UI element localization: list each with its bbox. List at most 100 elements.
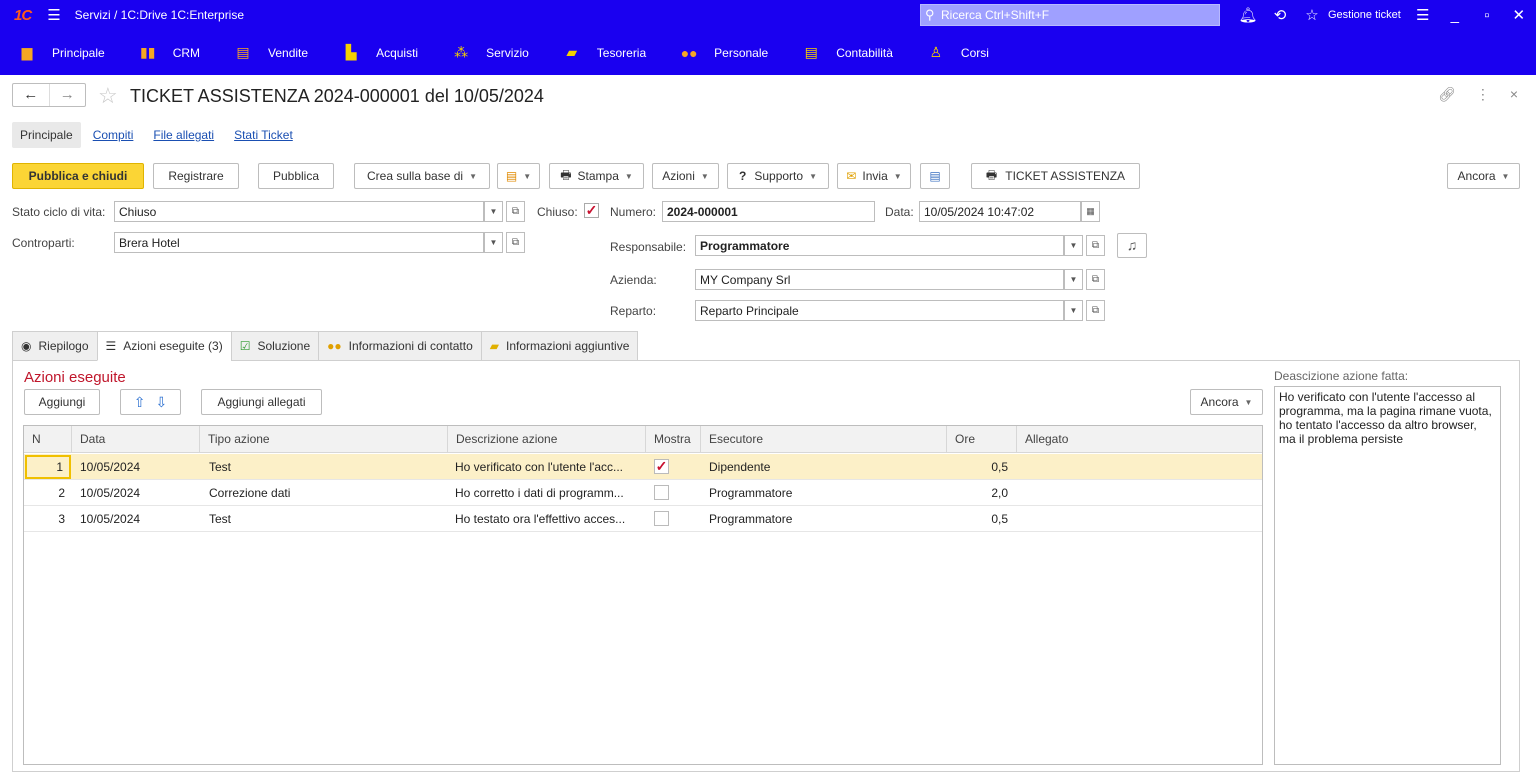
- show-checkbox[interactable]: [654, 485, 669, 500]
- description-textarea[interactable]: Ho verificato con l'utente l'accesso al …: [1274, 386, 1501, 765]
- ticket-print-button[interactable]: 🖶︎ TICKET ASSISTENZA: [971, 163, 1140, 189]
- lifecycle-dropdown-icon[interactable]: ▼: [484, 201, 503, 222]
- responsible-dropdown-icon[interactable]: ▼: [1064, 235, 1083, 256]
- link-icon[interactable]: 🔗︎: [1438, 86, 1456, 103]
- more-vertical-icon[interactable]: ⋮: [1476, 86, 1490, 103]
- tab-file-allegati[interactable]: File allegati: [153, 128, 214, 142]
- favorite-star-icon[interactable]: ☆: [98, 83, 118, 109]
- publish-button[interactable]: Pubblica: [258, 163, 334, 189]
- show-checkbox[interactable]: [654, 511, 669, 526]
- responsible-open-icon[interactable]: ⧉: [1086, 235, 1105, 256]
- move-down-icon[interactable]: ⇩: [156, 394, 168, 411]
- number-label: Numero:: [610, 205, 657, 219]
- restore-icon[interactable]: ▫: [1471, 7, 1503, 24]
- department-label: Reparto:: [610, 304, 657, 318]
- tab-riepilogo[interactable]: ◉ Riepilogo: [12, 331, 98, 361]
- menu-icon[interactable]: ☰: [47, 6, 60, 24]
- department-dropdown-icon[interactable]: ▼: [1064, 300, 1083, 321]
- dropdown-arrow-icon: ▼: [624, 171, 633, 181]
- tab-informazioni-contatto[interactable]: ●● Informazioni di contatto: [318, 331, 482, 361]
- tab-compiti[interactable]: Compiti: [93, 128, 134, 142]
- print-button[interactable]: 🖶︎ Stampa ▼: [549, 163, 644, 189]
- col-mostra[interactable]: Mostra: [645, 426, 700, 453]
- counterparty-dropdown-icon[interactable]: ▼: [484, 232, 503, 253]
- company-open-icon[interactable]: ⧉: [1086, 269, 1105, 290]
- lifecycle-field[interactable]: Chiuso: [114, 201, 484, 222]
- bell-icon[interactable]: 🔔︎: [1232, 6, 1264, 24]
- notify-bell-icon[interactable]: ♫: [1117, 233, 1147, 258]
- number-field[interactable]: 2024-000001: [662, 201, 875, 222]
- col-esecutore[interactable]: Esecutore: [700, 426, 946, 453]
- counterparty-field[interactable]: Brera Hotel: [114, 232, 484, 253]
- history-icon[interactable]: ⟲: [1264, 6, 1296, 24]
- calendar-icon[interactable]: ▦: [1081, 201, 1100, 222]
- section-contabilita[interactable]: ▤ Contabilità: [800, 44, 893, 62]
- table-row[interactable]: 3 10/05/2024 Test Ho testato ora l'effet…: [24, 506, 1262, 532]
- send-button[interactable]: ✉ Invia ▼: [837, 163, 911, 189]
- minimize-icon[interactable]: _: [1439, 7, 1471, 24]
- table-row[interactable]: 2 10/05/2024 Correzione dati Ho corretto…: [24, 480, 1262, 506]
- cell-n: 1: [25, 455, 71, 479]
- col-ore[interactable]: Ore: [946, 426, 1016, 453]
- settings-menu-icon[interactable]: ☰: [1407, 6, 1439, 24]
- lifecycle-label: Stato ciclo di vita:: [12, 205, 106, 219]
- document-generate-button[interactable]: ▤ ▼: [497, 163, 540, 189]
- add-action-button[interactable]: Aggiungi: [24, 389, 100, 415]
- tab-stati-ticket[interactable]: Stati Ticket: [234, 128, 293, 142]
- tab-soluzione[interactable]: ☑ Soluzione: [230, 331, 320, 361]
- tab-principale[interactable]: Principale: [12, 122, 81, 148]
- report-button[interactable]: ▤: [920, 163, 950, 189]
- treasury-icon: ▰: [566, 44, 578, 60]
- register-button[interactable]: Registrare: [153, 163, 239, 189]
- publish-close-button[interactable]: Pubblica e chiudi: [12, 163, 144, 189]
- actions-button[interactable]: Azioni ▼: [652, 163, 719, 189]
- section-corsi[interactable]: ♙ Corsi: [925, 44, 989, 62]
- responsible-field[interactable]: Programmatore: [695, 235, 1064, 256]
- global-search-input[interactable]: ⚲ Ricerca Ctrl+Shift+F: [920, 4, 1220, 26]
- support-button[interactable]: ? Supporto ▼: [727, 163, 829, 189]
- company-field[interactable]: MY Company Srl: [695, 269, 1064, 290]
- printer-icon: 🖶︎: [560, 167, 572, 182]
- close-window-icon[interactable]: ✕: [1503, 6, 1535, 24]
- favorites-icon[interactable]: ☆: [1296, 6, 1328, 24]
- date-field[interactable]: 10/05/2024 10:47:02: [919, 201, 1081, 222]
- actions-section-title: Azioni eseguite: [24, 369, 126, 386]
- closed-checkbox[interactable]: ✓: [584, 203, 599, 218]
- support-label: Supporto: [754, 169, 804, 183]
- forward-arrow-icon[interactable]: →: [48, 84, 86, 106]
- col-allegato[interactable]: Allegato: [1016, 426, 1262, 453]
- section-tesoreria[interactable]: ▰ Tesoreria: [561, 44, 646, 62]
- col-descrizione[interactable]: Descrizione azione: [447, 426, 645, 453]
- company-dropdown-icon[interactable]: ▼: [1064, 269, 1083, 290]
- tab-informazioni-aggiuntive[interactable]: ▰ Informazioni aggiuntive: [480, 331, 639, 361]
- department-field[interactable]: Reparto Principale: [695, 300, 1064, 321]
- detail-tabs: ◉ Riepilogo ☰ Azioni eseguite (3) ☑ Soluzio…: [12, 331, 639, 361]
- section-crm[interactable]: ▮▮ CRM: [137, 44, 200, 62]
- col-data[interactable]: Data: [71, 426, 199, 453]
- col-n[interactable]: N: [24, 426, 71, 453]
- create-based-on-button[interactable]: Crea sulla base di ▼: [354, 163, 490, 189]
- add-attachments-button[interactable]: Aggiungi allegati: [201, 389, 322, 415]
- department-open-icon[interactable]: ⧉: [1086, 300, 1105, 321]
- close-form-icon[interactable]: ×: [1510, 86, 1518, 103]
- section-personale[interactable]: ●● Personale: [678, 44, 769, 62]
- section-vendite[interactable]: ▤ Vendite: [232, 44, 308, 62]
- show-checkbox[interactable]: ✓: [654, 459, 669, 474]
- ticket-print-label: TICKET ASSISTENZA: [1005, 169, 1126, 183]
- col-tipo-azione[interactable]: Tipo azione: [199, 426, 447, 453]
- back-arrow-icon[interactable]: ←: [13, 84, 49, 106]
- move-up-icon[interactable]: ⇧: [134, 394, 146, 411]
- section-principale[interactable]: ▆ Principale: [16, 44, 105, 62]
- actions-more-button[interactable]: Ancora ▼: [1190, 389, 1263, 415]
- section-servizio[interactable]: ⁂ Servizio: [450, 44, 529, 62]
- service-icon: ⁂: [454, 44, 469, 60]
- section-acquisti[interactable]: ▙ Acquisti: [340, 44, 418, 62]
- tab-azioni-eseguite[interactable]: ☰ Azioni eseguite (3): [96, 331, 232, 361]
- eye-icon: ◉: [21, 339, 32, 353]
- counterparty-open-icon[interactable]: ⧉: [506, 232, 525, 253]
- lifecycle-open-icon[interactable]: ⧉: [506, 201, 525, 222]
- cell-date: 10/05/2024: [80, 486, 141, 500]
- current-user[interactable]: Gestione ticket: [1328, 9, 1401, 21]
- table-row[interactable]: 1 10/05/2024 Test Ho verificato con l'ut…: [24, 454, 1262, 480]
- more-button[interactable]: Ancora ▼: [1447, 163, 1520, 189]
